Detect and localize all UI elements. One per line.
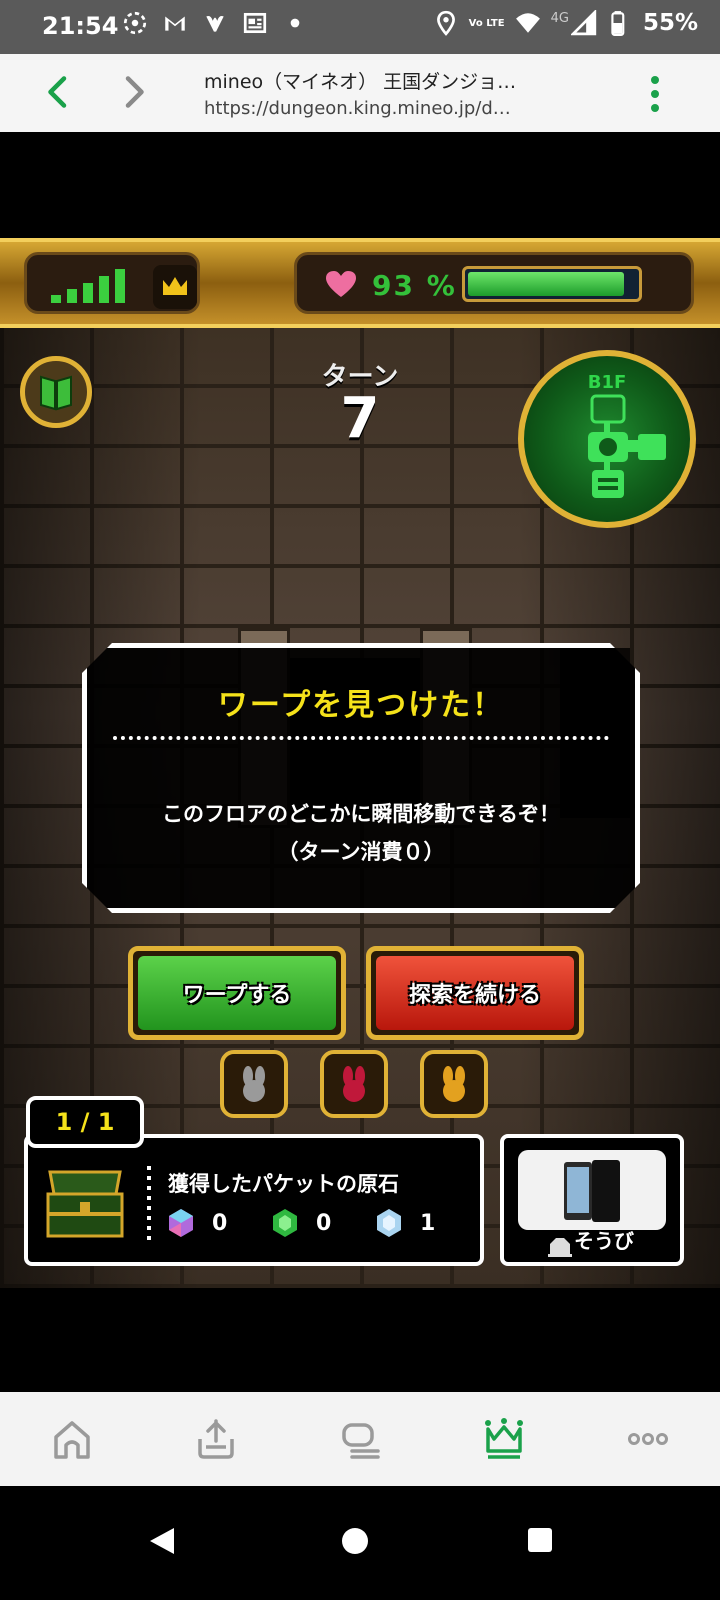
smartphone-icon	[564, 1160, 620, 1222]
item-slot-gray[interactable]	[220, 1050, 288, 1118]
more-icon[interactable]	[626, 1417, 670, 1461]
hp-percent: 93 %	[372, 269, 457, 302]
status-bar: 21:54 Vo LTE 4G 55%	[0, 0, 720, 54]
status-notification-icons	[122, 10, 308, 36]
blue-gem-icon	[377, 1209, 401, 1237]
equipment-label: そうび	[574, 1229, 634, 1253]
crown-badge	[153, 265, 197, 309]
rainbow-gem-count: 0	[212, 1210, 228, 1236]
dialog-title: ワープを見つけた！	[217, 688, 505, 723]
signal-panel	[24, 252, 200, 314]
packet-stones-title: 獲得したパケットの原石	[168, 1172, 399, 1196]
page-title[interactable]: mineo（マイネオ） 王国ダンジョ…	[204, 67, 516, 94]
wifi-icon	[515, 13, 540, 33]
messenger-icon	[206, 15, 224, 32]
top-hud: 93 %	[0, 238, 720, 328]
equipment-button[interactable]: そうび	[500, 1134, 684, 1266]
green-gem-icon	[273, 1209, 297, 1237]
hp-bar	[462, 266, 642, 302]
continue-exploring-button[interactable]: 探索を続ける	[366, 946, 584, 1040]
crown-icon[interactable]	[482, 1417, 526, 1461]
hp-panel: 93 %	[294, 252, 694, 314]
network-type: 4G	[550, 10, 569, 26]
equipped-phone	[518, 1150, 666, 1230]
system-recents-icon[interactable]	[528, 1528, 552, 1552]
system-navigation-bar	[0, 1486, 720, 1600]
dialog-message: このフロアのどこかに瞬間移動できるぞ！	[162, 802, 560, 826]
packet-stones-panel: 獲得したパケットの原石 0 0 1	[24, 1134, 484, 1266]
home-icon[interactable]	[50, 1417, 94, 1461]
more-vertical-icon[interactable]	[648, 74, 662, 114]
download-icon[interactable]	[194, 1417, 238, 1461]
status-system-icons: Vo LTE 4G 55%	[433, 10, 698, 36]
screen: 21:54 Vo LTE 4G 55% mineo（マイネオ） 王国ダンジョ… …	[0, 0, 720, 1600]
gmail-icon	[165, 16, 185, 31]
red-rabbit-icon	[343, 1066, 365, 1102]
spinner-icon	[123, 11, 147, 35]
page-url[interactable]: https://dungeon.king.mineo.jp/d…	[204, 98, 511, 119]
heart-icon	[326, 271, 356, 297]
gem-counts: 0 0 1	[168, 1208, 480, 1238]
minimap[interactable]: B1F	[518, 350, 696, 528]
signal-icon	[570, 10, 597, 36]
floor-label: B1F	[587, 372, 627, 393]
forward-arrow-icon[interactable]	[116, 74, 152, 110]
game-canvas: 93 % ターン 7 B1F ワープを見つけた！ このフロアのどこかに瞬間移動で…	[0, 238, 720, 1288]
warp-dialog: ワープを見つけた！ このフロアのどこかに瞬間移動できるぞ！ （ターン消費０）	[82, 643, 640, 913]
green-gem-count: 0	[316, 1210, 332, 1236]
system-back-icon[interactable]	[148, 1526, 178, 1556]
crown-icon	[163, 277, 187, 295]
chest-count-tag: 1 / 1	[26, 1096, 144, 1148]
warp-button[interactable]: ワープする	[128, 946, 346, 1040]
back-arrow-icon[interactable]	[40, 74, 76, 110]
browser-toolbar: mineo（マイネオ） 王国ダンジョ… https://dungeon.king…	[0, 54, 720, 132]
gold-rabbit-icon	[443, 1066, 465, 1102]
blue-gem-count: 1	[420, 1210, 436, 1236]
item-slot-gold[interactable]	[420, 1050, 488, 1118]
dialog-sub-message: （ターン消費０）	[277, 840, 445, 864]
system-home-icon[interactable]	[342, 1528, 368, 1554]
browser-bottom-nav	[0, 1392, 720, 1486]
status-time: 21:54	[42, 12, 119, 40]
dot-icon	[290, 18, 300, 28]
battery-percent: 55%	[642, 10, 698, 36]
hp-bar-fill	[468, 272, 625, 296]
warp-button-label: ワープする	[138, 956, 336, 1030]
news-icon	[243, 12, 267, 34]
treasure-chest-icon	[46, 1170, 124, 1238]
battery-icon	[611, 11, 625, 36]
volte-icon: Vo LTE	[468, 17, 505, 29]
rainbow-gem-icon	[169, 1209, 193, 1237]
continue-button-label: 探索を続ける	[376, 956, 574, 1030]
item-slot-red[interactable]	[320, 1050, 388, 1118]
location-icon	[436, 10, 455, 36]
gray-rabbit-icon	[243, 1066, 265, 1102]
dialog-divider	[113, 736, 609, 740]
dotted-divider	[147, 1166, 151, 1246]
minimap-rooms	[588, 394, 666, 498]
tabs-icon[interactable]	[338, 1417, 382, 1461]
signal-strength-icon	[51, 269, 125, 303]
